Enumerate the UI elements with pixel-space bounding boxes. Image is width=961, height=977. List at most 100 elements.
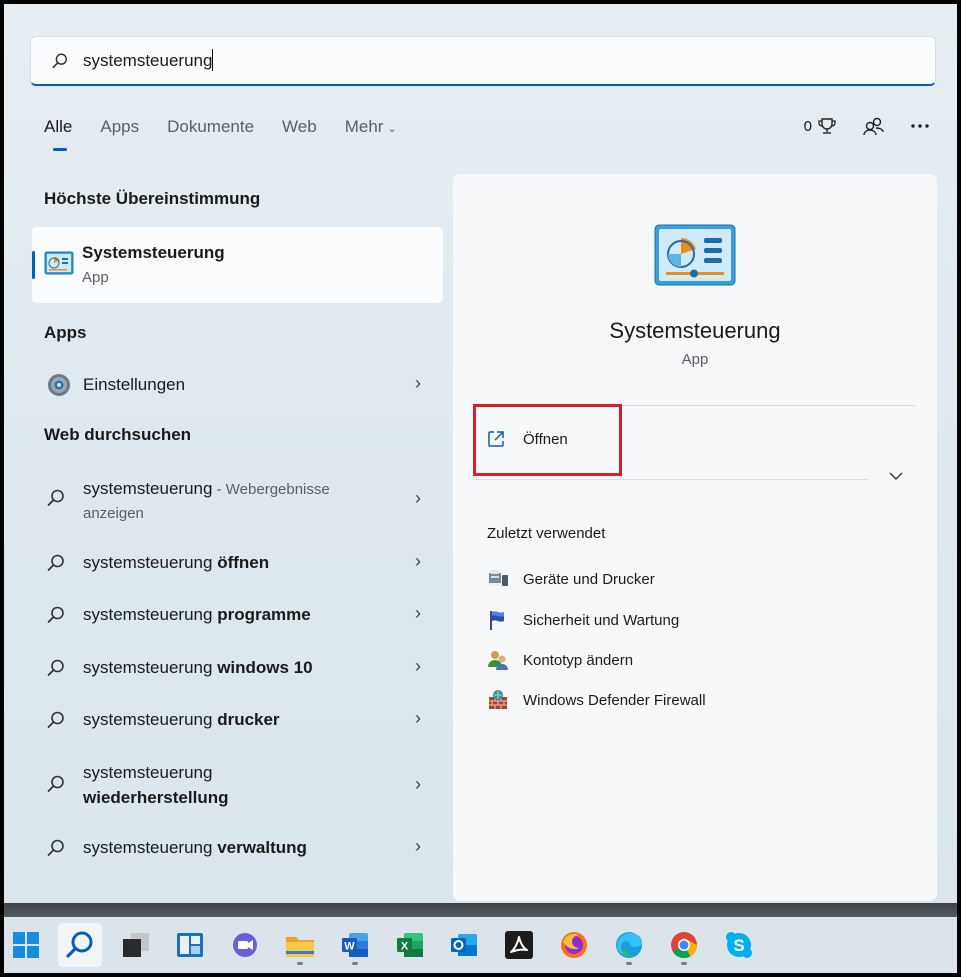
edge-icon bbox=[616, 932, 642, 958]
recent-item-sicherheit-wartung[interactable]: Sicherheit und Wartung bbox=[487, 609, 679, 631]
recent-item-label: Sicherheit und Wartung bbox=[523, 611, 680, 629]
start-search-window: systemsteuerung Alle Apps Dokumente Web … bbox=[4, 4, 957, 973]
tab-alle[interactable]: Alle bbox=[44, 117, 72, 151]
acrobat-button[interactable] bbox=[497, 923, 541, 967]
trophy-icon bbox=[818, 118, 836, 134]
web-result-text: systemsteuerung programme bbox=[83, 605, 311, 624]
best-match-heading: Höchste Übereinstimmung bbox=[44, 189, 261, 208]
web-result-text: systemsteuerung - Webergebnisse bbox=[83, 479, 330, 498]
word-icon: W bbox=[342, 933, 368, 957]
chevron-right-icon: › bbox=[415, 603, 421, 623]
web-result-item[interactable]: systemsteuerung wiederherstellung › bbox=[32, 758, 443, 814]
chrome-icon bbox=[671, 932, 698, 959]
edge-button[interactable] bbox=[607, 923, 651, 967]
highlight-annotation bbox=[473, 404, 622, 476]
list-item-label: Einstellungen bbox=[83, 375, 186, 394]
svg-text:X: X bbox=[401, 941, 409, 953]
recent-item-kontotyp[interactable]: Kontotyp ändern bbox=[487, 649, 633, 671]
web-result-item[interactable]: systemsteuerung - Webergebnisse anzeigen… bbox=[32, 474, 443, 530]
widgets-button[interactable] bbox=[168, 923, 212, 967]
widgets-icon bbox=[177, 933, 203, 957]
people-icon bbox=[863, 117, 884, 136]
more-options-button[interactable] bbox=[911, 123, 929, 129]
chevron-right-icon: › bbox=[415, 551, 421, 571]
web-result-bold-text: wiederherstellung bbox=[83, 788, 229, 807]
best-match-result[interactable]: Systemsteuerung App bbox=[32, 227, 443, 303]
rewards-button[interactable]: 0 bbox=[804, 116, 837, 136]
web-result-item[interactable]: systemsteuerung verwaltung › bbox=[32, 833, 443, 863]
web-result-item[interactable]: systemsteuerung drucker › bbox=[32, 705, 443, 735]
teams-chat-button[interactable] bbox=[223, 923, 267, 967]
recent-item-firewall[interactable]: Windows Defender Firewall bbox=[487, 689, 706, 711]
firefox-icon bbox=[561, 932, 587, 958]
text-cursor bbox=[212, 49, 213, 71]
chevron-right-icon: › bbox=[415, 656, 421, 676]
firefox-button[interactable] bbox=[552, 923, 596, 967]
search-icon bbox=[47, 606, 64, 623]
search-toolbar: 0 bbox=[778, 116, 929, 136]
chevron-down-icon: ⌄ bbox=[387, 123, 397, 135]
taskbar-search-button[interactable] bbox=[58, 923, 102, 967]
user-accounts-icon bbox=[488, 651, 508, 670]
ellipsis-icon bbox=[911, 124, 929, 128]
running-indicator bbox=[681, 962, 687, 965]
web-result-item[interactable]: systemsteuerung öffnen › bbox=[32, 548, 443, 578]
recent-item-label: Geräte und Drucker bbox=[523, 570, 655, 588]
firewall-icon bbox=[489, 690, 507, 709]
chevron-right-icon: › bbox=[415, 708, 421, 728]
control-panel-icon bbox=[44, 251, 74, 275]
chevron-down-icon[interactable] bbox=[889, 471, 903, 481]
taskbar: W X S bbox=[4, 917, 957, 973]
web-result-subtext: anzeigen bbox=[83, 505, 144, 522]
web-result-item[interactable]: systemsteuerung windows 10 › bbox=[32, 653, 443, 683]
search-icon bbox=[47, 489, 64, 506]
search-icon bbox=[47, 839, 64, 856]
web-search-heading: Web durchsuchen bbox=[44, 425, 192, 444]
file-explorer-button[interactable] bbox=[278, 923, 322, 967]
details-app-type: App bbox=[681, 351, 709, 368]
svg-text:S: S bbox=[733, 936, 744, 955]
tab-web[interactable]: Web bbox=[282, 117, 317, 137]
running-indicator bbox=[297, 962, 303, 965]
accounts-button[interactable] bbox=[863, 116, 885, 136]
tab-apps[interactable]: Apps bbox=[100, 117, 139, 137]
recent-item-geraete-drucker[interactable]: Geräte und Drucker bbox=[487, 569, 655, 589]
chrome-button[interactable] bbox=[662, 923, 706, 967]
word-button[interactable]: W bbox=[333, 923, 377, 967]
tab-dokumente[interactable]: Dokumente bbox=[167, 117, 254, 137]
search-icon bbox=[47, 775, 64, 792]
search-icon bbox=[47, 554, 64, 571]
acrobat-icon bbox=[505, 931, 533, 959]
search-box[interactable]: systemsteuerung bbox=[30, 36, 936, 86]
skype-button[interactable]: S bbox=[717, 923, 761, 967]
chevron-right-icon: › bbox=[415, 774, 421, 794]
list-item-einstellungen[interactable]: Einstellungen › bbox=[32, 370, 443, 400]
recent-item-label: Windows Defender Firewall bbox=[523, 691, 706, 709]
rewards-count: 0 bbox=[803, 117, 812, 135]
apps-heading: Apps bbox=[44, 323, 87, 342]
best-match-type: App bbox=[82, 269, 109, 286]
chevron-right-icon: › bbox=[415, 488, 421, 508]
search-icon bbox=[47, 711, 64, 728]
search-text: systemsteuerung bbox=[83, 51, 213, 70]
devices-printers-icon bbox=[489, 570, 508, 586]
teams-chat-icon bbox=[233, 933, 257, 957]
excel-icon: X bbox=[397, 933, 423, 957]
task-view-button[interactable] bbox=[114, 923, 158, 967]
svg-text:W: W bbox=[344, 941, 355, 953]
outlook-button[interactable] bbox=[442, 923, 486, 967]
filter-tabs: Alle Apps Dokumente Web Mehr ⌄ bbox=[44, 117, 425, 151]
control-panel-icon bbox=[654, 224, 736, 286]
skype-icon: S bbox=[726, 932, 752, 958]
excel-button[interactable]: X bbox=[388, 923, 432, 967]
recent-heading: Zuletzt verwendet bbox=[487, 525, 606, 542]
search-icon bbox=[52, 53, 68, 68]
web-result-text: systemsteuerung verwaltung bbox=[83, 838, 307, 857]
web-result-item[interactable]: systemsteuerung programme › bbox=[32, 600, 443, 630]
details-panel: Systemsteuerung App Öffnen Zuletzt verwe… bbox=[453, 174, 937, 901]
web-result-text: systemsteuerung bbox=[83, 763, 213, 782]
task-view-icon bbox=[123, 933, 149, 957]
details-app-name: Systemsteuerung bbox=[609, 318, 781, 343]
start-button[interactable] bbox=[4, 923, 48, 967]
tab-mehr[interactable]: Mehr ⌄ bbox=[345, 117, 397, 137]
